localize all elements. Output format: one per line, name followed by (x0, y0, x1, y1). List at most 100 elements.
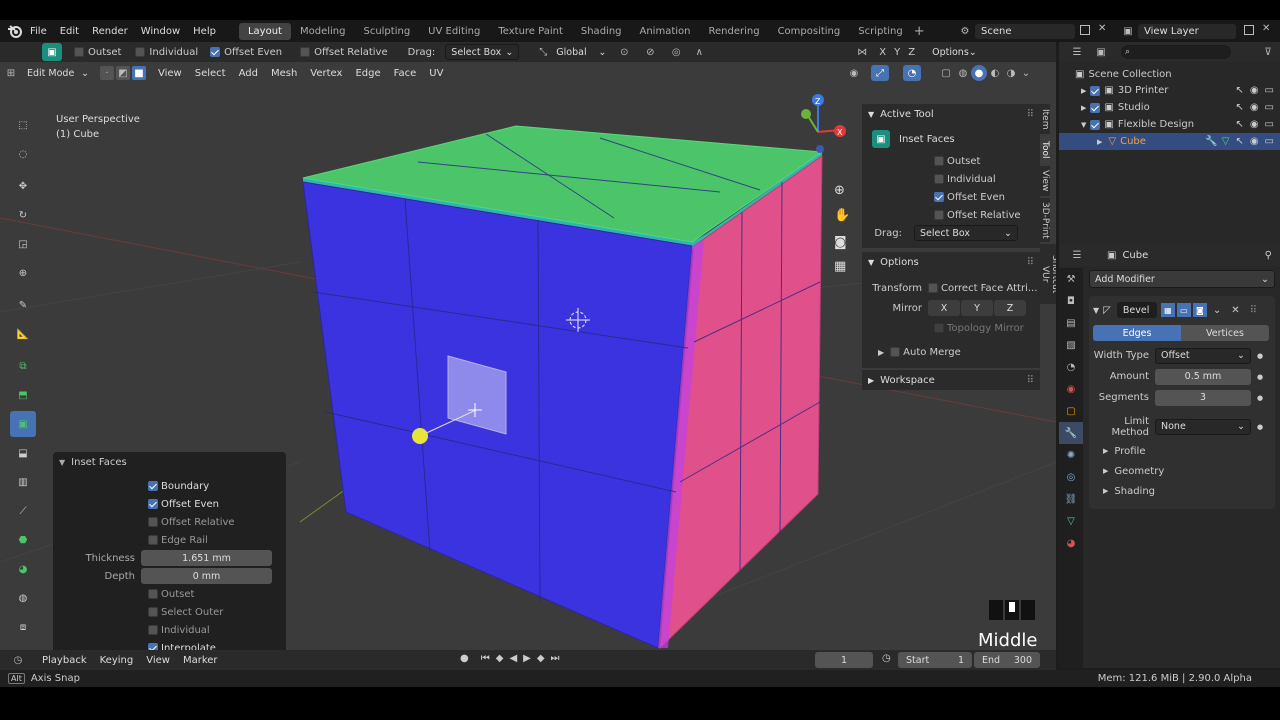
expand-icon[interactable]: ▶ (1081, 87, 1086, 95)
amount-field[interactable]: 0.5 mm (1155, 368, 1251, 385)
particles-tab-icon[interactable]: ✺ (1059, 444, 1083, 466)
tab-view[interactable]: View (1040, 166, 1050, 196)
tab-rendering[interactable]: Rendering (699, 23, 768, 40)
pin-icon[interactable]: ⚲ (1265, 250, 1272, 261)
active-tool-header[interactable]: ▼ Active Tool ⠿ (862, 104, 1040, 124)
segments-field[interactable]: 3 (1155, 389, 1251, 406)
mirror-z-toggle[interactable]: Z (994, 300, 1026, 316)
render-toggle-icon[interactable]: ◙ (1192, 303, 1207, 317)
physics-tab-icon[interactable]: ◎ (1059, 466, 1083, 488)
chevron-down-icon[interactable]: ⌄ (1213, 305, 1221, 316)
inset-faces-tool-icon[interactable]: ▣ (10, 411, 36, 437)
constraints-tab-icon[interactable]: ⛓ (1059, 488, 1083, 510)
keyframe-dot-icon[interactable]: ● (1257, 373, 1263, 381)
modifier-tab-icon[interactable]: 🔧 (1059, 422, 1083, 444)
operator-panel-header[interactable]: ▼ Inset Faces (53, 452, 286, 472)
individual-op-checkbox[interactable] (148, 625, 158, 635)
shading-subpanel[interactable]: ▶ Shading (1089, 481, 1275, 501)
tab-shading[interactable]: Shading (572, 23, 631, 40)
options-header[interactable]: ▼ Options ⠿ (862, 252, 1040, 272)
outliner-row[interactable]: ▶ ▣ Studio ↖ ◉ ▭ (1059, 99, 1280, 116)
view-layer-close-icon[interactable]: ✕ (1262, 23, 1270, 34)
material-tab-icon[interactable]: ◕ (1059, 532, 1083, 554)
end-frame-field[interactable]: End 300 (974, 652, 1040, 668)
auto-merge-checkbox[interactable] (890, 347, 901, 357)
eye-icon[interactable]: ◉ (1250, 102, 1259, 113)
current-frame-field[interactable]: 1 (815, 652, 873, 668)
expand-icon[interactable]: ▶ (1103, 467, 1108, 475)
camera-visibility-icon[interactable]: ▭ (1265, 102, 1274, 113)
menu-playback[interactable]: Playback (42, 655, 87, 666)
filter-icon[interactable]: ⊽ (1256, 47, 1280, 58)
keyframe-dot-icon[interactable]: ● (1257, 394, 1263, 402)
npanel-offset-relative-checkbox[interactable] (934, 210, 944, 220)
blender-logo-icon[interactable] (0, 20, 30, 42)
width-type-dropdown[interactable]: Offset ⌄ (1155, 347, 1251, 364)
expand-icon[interactable]: ▶ (1103, 447, 1108, 455)
clock-icon[interactable]: ◷ (882, 653, 891, 664)
tab-tool[interactable]: Tool (1040, 136, 1050, 164)
tab-sculpting[interactable]: Sculpting (354, 23, 419, 40)
offset-relative-op-checkbox[interactable] (148, 517, 158, 527)
drag-handle-icon[interactable]: ⠿ (1250, 305, 1257, 316)
expand-icon[interactable]: ▶ (1081, 104, 1086, 112)
smooth-tool-icon[interactable]: ◍ (10, 585, 36, 611)
viewport-toggle-icon[interactable]: ▭ (1176, 303, 1191, 317)
select-arrow-icon[interactable]: ↖ (1235, 85, 1243, 96)
camera-visibility-icon[interactable]: ▭ (1265, 136, 1274, 147)
start-frame-field[interactable]: Start 1 (898, 652, 972, 668)
poly-build-tool-icon[interactable]: ⬣ (10, 527, 36, 553)
npanel-outset-checkbox[interactable] (934, 156, 944, 166)
scene-copy-icon[interactable] (1080, 25, 1090, 35)
workspace-header[interactable]: ▶ Workspace ⠿ (862, 370, 1040, 390)
thickness-field[interactable]: 1.651 mm (141, 550, 272, 566)
next-keyframe-icon[interactable]: ◆ (537, 653, 545, 664)
select-arrow-icon[interactable]: ↖ (1235, 102, 1243, 113)
object-tab-icon[interactable]: ▢ (1059, 400, 1083, 422)
mirror-x-toggle[interactable]: X (928, 300, 960, 316)
close-icon[interactable]: ✕ (1231, 305, 1239, 316)
edit-mode-toggle-icon[interactable]: ▦ (1160, 303, 1175, 317)
transform-tool-icon[interactable]: ⊕ (10, 260, 36, 286)
camera-icon[interactable]: ◙ (834, 235, 847, 250)
npanel-drag-dropdown[interactable]: Select Box ⌄ (914, 225, 1018, 241)
menu-marker[interactable]: Marker (183, 655, 218, 666)
include-checkbox[interactable] (1090, 85, 1101, 96)
rotate-tool-icon[interactable]: ↻ (10, 202, 36, 228)
jump-end-icon[interactable]: ⏭ (551, 653, 560, 664)
tab-uv-editing[interactable]: UV Editing (419, 23, 489, 40)
play-reverse-icon[interactable]: ◀ (509, 653, 517, 664)
menu-timeline-view[interactable]: View (146, 655, 170, 666)
tab-layout[interactable]: Layout (238, 22, 291, 40)
drag-handle-icon[interactable]: ⠿ (1027, 109, 1034, 120)
navigation-gizmo[interactable]: X Z (801, 94, 846, 153)
edge-rail-checkbox[interactable] (148, 535, 158, 545)
tab-scripting[interactable]: Scripting (849, 23, 911, 40)
expand-icon[interactable]: ▶ (1097, 138, 1102, 146)
cursor-tool-icon[interactable]: ◌ (10, 141, 36, 167)
scene-collection-row[interactable]: ▣ Scene Collection (1059, 66, 1280, 82)
tab-compositing[interactable]: Compositing (769, 23, 850, 40)
camera-visibility-icon[interactable]: ▭ (1265, 85, 1274, 96)
knife-tool-icon[interactable]: ⟋ (10, 498, 36, 524)
annotate-tool-icon[interactable]: ✎ (10, 292, 36, 318)
3d-viewport[interactable]: ▣ Outset Individual Offset Even Offset R… (0, 42, 1056, 668)
drag-handle-icon[interactable]: ⠿ (1027, 257, 1034, 268)
expand-icon[interactable]: ▶ (868, 376, 874, 385)
depth-field[interactable]: 0 mm (141, 568, 272, 584)
output-tab-icon[interactable]: ▤ (1059, 312, 1083, 334)
geometry-subpanel[interactable]: ▶ Geometry (1089, 461, 1275, 481)
expand-icon[interactable]: ▼ (1081, 121, 1086, 129)
view-layer-selector[interactable]: ▣ View Layer (1118, 22, 1236, 40)
keyframe-dot-icon[interactable]: ● (1257, 352, 1263, 360)
topology-mirror-checkbox[interactable] (934, 323, 944, 333)
extrude-tool-icon[interactable]: ⬒ (10, 382, 36, 408)
correct-face-checkbox[interactable] (928, 283, 938, 293)
loop-cut-tool-icon[interactable]: ▥ (10, 469, 36, 495)
expand-icon[interactable]: ▶ (878, 348, 884, 357)
jump-start-icon[interactable]: ⏮ (481, 653, 490, 664)
record-icon[interactable]: ● (460, 653, 469, 664)
mirror-y-toggle[interactable]: Y (961, 300, 993, 316)
scene-selector[interactable]: ⚙ Scene (955, 22, 1075, 40)
collapse-icon[interactable]: ▼ (59, 458, 65, 467)
